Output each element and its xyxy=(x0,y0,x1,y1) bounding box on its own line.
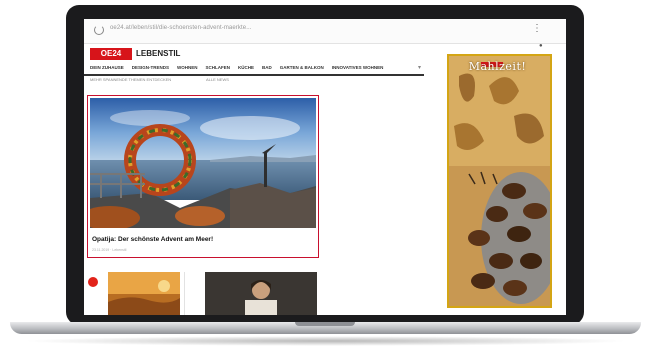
refresh-icon[interactable] xyxy=(94,25,104,35)
site-logo[interactable]: OE24 xyxy=(90,48,132,60)
ad-title: Mahlzeit! xyxy=(468,60,527,73)
laptop-screen: oe24.at/leben/stil/die-schoensten-advent… xyxy=(84,19,566,315)
teaser-divider xyxy=(184,272,185,315)
nav-item-innovatives-wohnen[interactable]: INNOVATIVES WOHNEN xyxy=(332,62,384,74)
pin-icon[interactable] xyxy=(88,277,98,287)
pastry-ad-illustration xyxy=(449,56,550,306)
laptop-notch xyxy=(295,322,355,326)
nav-item-schlafen[interactable]: SCHLAFEN xyxy=(206,62,231,74)
laptop-shadow xyxy=(22,336,629,346)
subline-left[interactable]: MEHR SPANNENDE THEMEN ENTDECKEN xyxy=(90,77,171,82)
url-text[interactable]: oe24.at/leben/stil/die-schoensten-advent… xyxy=(110,25,252,31)
article-byline: 23.11.2019 · Lebenstil xyxy=(92,248,127,252)
kebab-menu-icon[interactable]: ⋮ xyxy=(532,23,542,34)
nav-item-bad[interactable]: BAD xyxy=(262,62,272,74)
teaser-thumbnail-2[interactable] xyxy=(205,272,317,315)
article-headline[interactable]: Opatija: Der schönste Advent am Meer! xyxy=(92,236,213,243)
nav-item-design-trends[interactable]: DESIGN-TRENDS xyxy=(132,62,169,74)
nav-item-kueche[interactable]: KÜCHE xyxy=(238,62,254,74)
section-title[interactable]: LEBENSTIL xyxy=(136,49,180,58)
featured-article[interactable]: Opatija: Der schönste Advent am Meer! 23… xyxy=(87,95,319,258)
subline-right[interactable]: ALLE NEWS xyxy=(206,77,229,82)
nav-item-garten-balkon[interactable]: GARTEN & BALKON xyxy=(280,62,324,74)
nav-item-wohnen[interactable]: WOHNEN xyxy=(177,62,198,74)
portrait-illustration xyxy=(205,272,317,315)
chevron-down-icon[interactable]: ▾ xyxy=(418,64,421,71)
teaser-thumbnail-1[interactable] xyxy=(108,272,180,315)
sidebar-advert[interactable]: Mahlzeit! xyxy=(447,54,552,308)
opatija-photo-illustration xyxy=(90,98,316,228)
browser-address-bar[interactable]: oe24.at/leben/stil/die-schoensten-advent… xyxy=(84,19,566,44)
main-nav: DEIN ZUHAUSE DESIGN-TRENDS WOHNEN SCHLAF… xyxy=(84,62,424,76)
field-sunset-illustration xyxy=(108,272,180,315)
scroll-indicator-icon[interactable]: ● xyxy=(539,43,543,49)
nav-item-dein-zuhause[interactable]: DEIN ZUHAUSE xyxy=(90,62,124,74)
article-photo[interactable] xyxy=(90,98,316,228)
